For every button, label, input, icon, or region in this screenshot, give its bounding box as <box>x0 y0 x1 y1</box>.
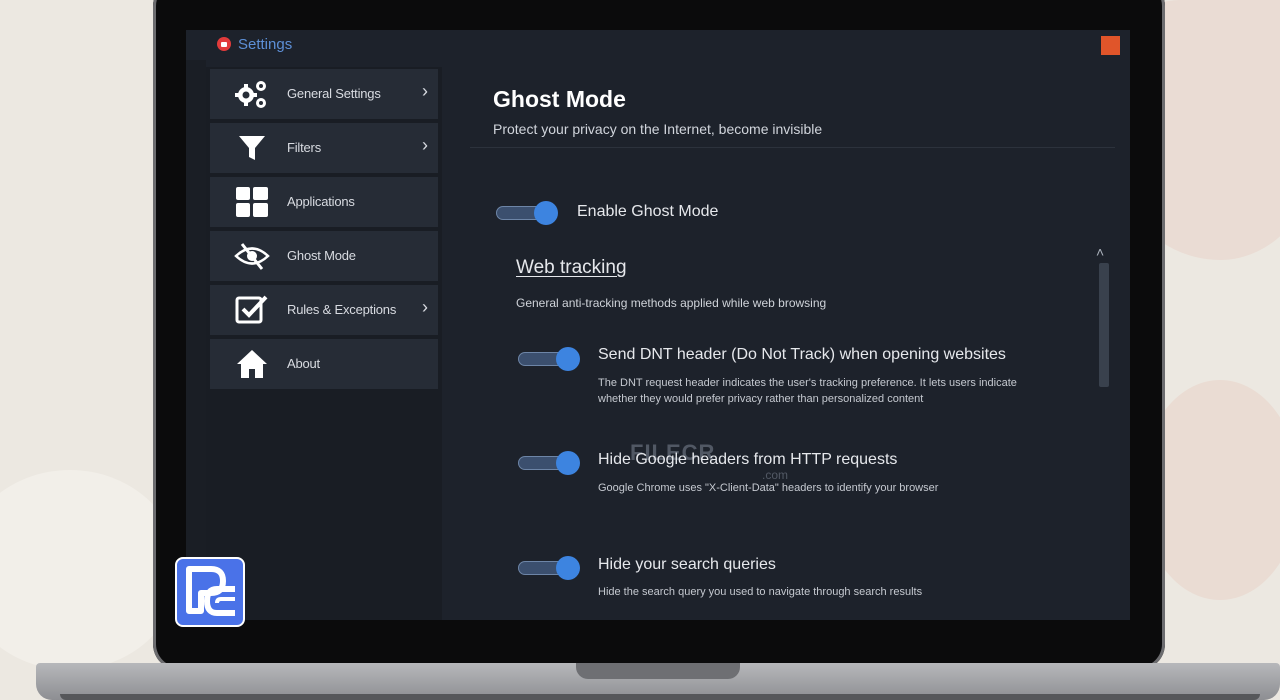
option-title: Hide Google headers from HTTP requests <box>598 451 898 468</box>
option-description: Hide the search query you used to naviga… <box>598 586 923 598</box>
toggle-knob <box>556 556 580 580</box>
lock-icon <box>217 37 231 51</box>
section-description: General anti-tracking methods applied wh… <box>516 296 827 310</box>
enable-ghost-mode-label: Enable Ghost Mode <box>577 203 719 220</box>
sidebar-item-general-settings[interactable]: General Settings › <box>210 69 438 119</box>
laptop-base-shadow <box>60 694 1260 700</box>
home-icon <box>234 348 270 380</box>
option-title: Send DNT header (Do Not Track) when open… <box>598 346 1006 363</box>
sidebar-edge <box>186 60 206 620</box>
toggle-knob <box>556 347 580 371</box>
sidebar-item-label: General Settings <box>287 86 381 101</box>
option-title: Hide your search queries <box>598 556 776 573</box>
dnt-header-toggle[interactable] <box>518 347 580 371</box>
app-window: Settings General Settings › Filters › Ap… <box>186 30 1130 620</box>
chevron-right-icon: › <box>422 135 428 155</box>
grid-icon <box>234 186 270 218</box>
sidebar-item-label: About <box>287 356 320 371</box>
sidebar-item-about[interactable]: About <box>210 339 438 389</box>
sidebar-item-applications[interactable]: Applications <box>210 177 438 227</box>
chevron-right-icon: › <box>422 297 428 317</box>
chevron-right-icon: › <box>422 81 428 101</box>
title-bar: Settings <box>186 30 1130 60</box>
sidebar-item-rules-exceptions[interactable]: Rules & Exceptions › <box>210 285 438 335</box>
eye-slash-icon <box>234 240 270 272</box>
toggle-knob <box>556 451 580 475</box>
section-title: Web tracking <box>516 257 627 278</box>
sidebar-item-label: Applications <box>287 194 355 209</box>
page-title: Ghost Mode <box>493 86 626 112</box>
search-queries-toggle[interactable] <box>518 556 580 580</box>
toggle-knob <box>534 201 558 225</box>
gears-icon <box>234 78 270 110</box>
scroll-up-icon[interactable]: ˄ <box>1096 244 1104 260</box>
sidebar-item-label: Rules & Exceptions <box>287 302 397 317</box>
laptop-notch <box>576 663 740 679</box>
checkbox-icon <box>234 294 270 326</box>
filter-icon <box>234 132 270 164</box>
divider <box>470 147 1115 148</box>
google-headers-toggle[interactable] <box>518 451 580 475</box>
sidebar-item-filters[interactable]: Filters › <box>210 123 438 173</box>
sidebar-item-ghost-mode[interactable]: Ghost Mode <box>210 231 438 281</box>
sidebar: General Settings › Filters › Application… <box>206 67 442 620</box>
option-description: The DNT request header indicates the use… <box>598 377 1017 405</box>
scrollbar-thumb[interactable] <box>1099 263 1109 387</box>
sidebar-item-label: Filters <box>287 140 321 155</box>
site-logo <box>175 557 245 627</box>
main-panel: Ghost Mode Protect your privacy on the I… <box>470 67 1130 620</box>
window-title: Settings <box>238 36 293 53</box>
option-description: Google Chrome uses "X-Client-Data" heade… <box>598 482 939 494</box>
sidebar-item-label: Ghost Mode <box>287 248 356 263</box>
enable-ghost-mode-toggle[interactable] <box>496 201 558 225</box>
page-subtitle: Protect your privacy on the Internet, be… <box>493 121 823 137</box>
close-button[interactable] <box>1101 36 1120 55</box>
